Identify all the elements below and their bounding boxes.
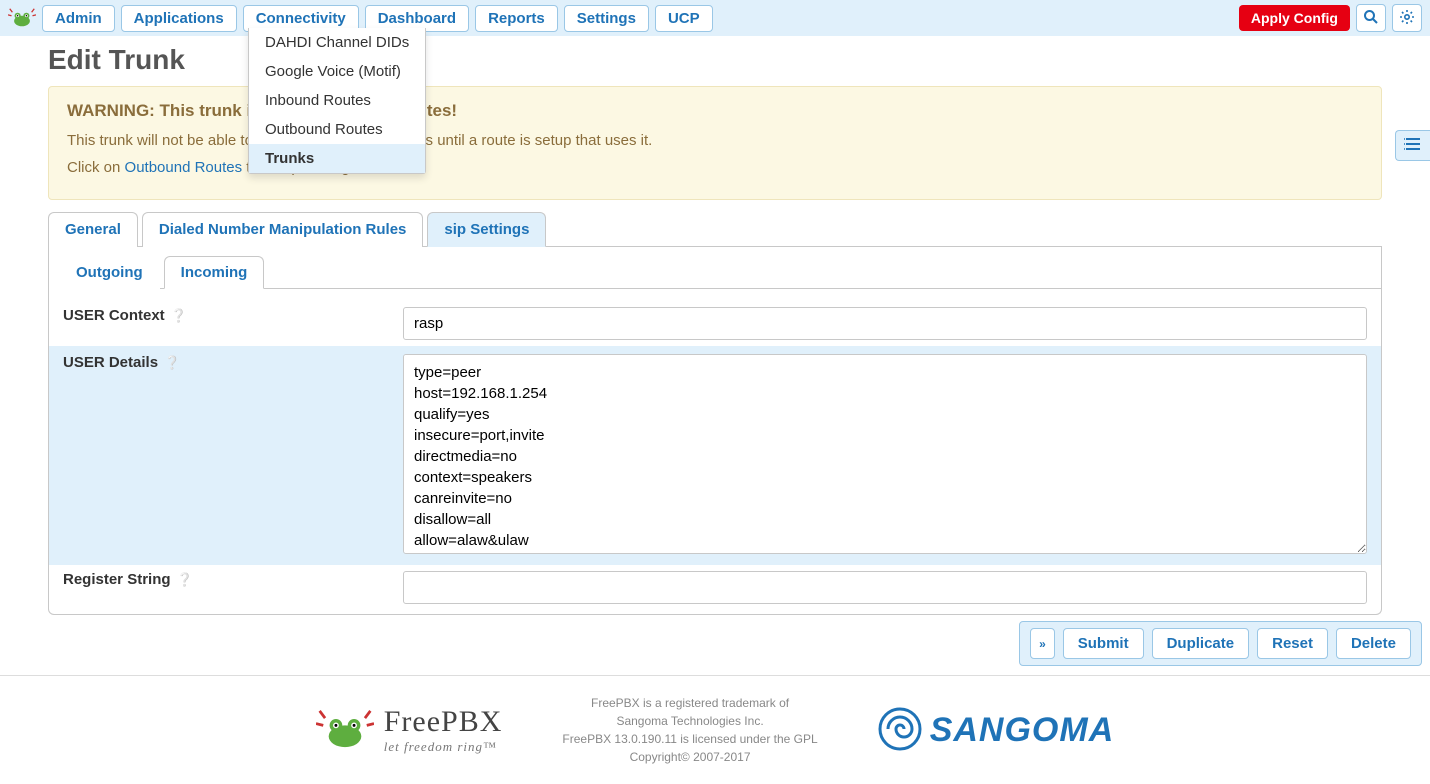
- side-list-button[interactable]: [1395, 130, 1430, 161]
- sangoma-logo: SANGOMA: [878, 707, 1115, 754]
- list-icon: [1404, 138, 1422, 154]
- collapse-button[interactable]: »: [1030, 628, 1055, 659]
- apply-config-button[interactable]: Apply Config: [1239, 5, 1350, 31]
- freepbx-frog-icon: [8, 7, 36, 29]
- reset-button[interactable]: Reset: [1257, 628, 1328, 659]
- delete-button[interactable]: Delete: [1336, 628, 1411, 659]
- subtab-outgoing[interactable]: Outgoing: [59, 256, 160, 289]
- label-user-details: USER Details: [63, 354, 158, 371]
- chevron-right-icon: »: [1039, 637, 1046, 651]
- freepbx-frog-icon: [316, 707, 374, 754]
- page-footer: FreePBX let freedom ring™ FreePBX is a r…: [0, 675, 1430, 784]
- nav-admin[interactable]: Admin: [42, 5, 115, 32]
- label-register-string: Register String: [63, 571, 171, 588]
- tab-sip-settings[interactable]: sip Settings: [427, 212, 546, 247]
- help-icon[interactable]: ❔: [164, 355, 180, 371]
- nav-reports[interactable]: Reports: [475, 5, 558, 32]
- tab-dialed-rules[interactable]: Dialed Number Manipulation Rules: [142, 212, 424, 247]
- row-user-details: USER Details ❔: [49, 346, 1381, 565]
- gear-icon: [1399, 9, 1415, 28]
- nav-applications[interactable]: Applications: [121, 5, 237, 32]
- input-user-context[interactable]: [403, 307, 1367, 340]
- dropdown-inbound-routes[interactable]: Inbound Routes: [249, 86, 425, 115]
- duplicate-button[interactable]: Duplicate: [1152, 628, 1250, 659]
- sip-settings-panel: Outgoing Incoming USER Context ❔ USER De…: [48, 247, 1382, 615]
- subtab-incoming[interactable]: Incoming: [164, 256, 265, 289]
- action-buttons: » Submit Duplicate Reset Delete: [1019, 621, 1422, 666]
- main-nav: Admin Applications Connectivity Dashboar…: [42, 5, 1233, 32]
- outbound-routes-link[interactable]: Outbound Routes: [125, 159, 243, 176]
- top-navbar: Admin Applications Connectivity Dashboar…: [0, 0, 1430, 36]
- nav-ucp[interactable]: UCP: [655, 5, 713, 32]
- dropdown-outbound-routes[interactable]: Outbound Routes: [249, 115, 425, 144]
- textarea-user-details[interactable]: [403, 354, 1367, 554]
- connectivity-dropdown: DAHDI Channel DIDs Google Voice (Motif) …: [248, 28, 426, 174]
- trunk-tabs: General Dialed Number Manipulation Rules…: [48, 212, 1382, 247]
- search-icon: [1363, 9, 1379, 28]
- freepbx-name: FreePBX: [384, 705, 503, 739]
- submit-button[interactable]: Submit: [1063, 628, 1144, 659]
- search-button[interactable]: [1356, 4, 1386, 32]
- row-user-context: USER Context ❔: [63, 301, 1367, 346]
- dropdown-trunks[interactable]: Trunks: [249, 144, 425, 173]
- nav-settings[interactable]: Settings: [564, 5, 649, 32]
- label-user-context: USER Context: [63, 307, 165, 324]
- dropdown-dahdi[interactable]: DAHDI Channel DIDs: [249, 28, 425, 57]
- input-register-string[interactable]: [403, 571, 1367, 604]
- dropdown-google-voice[interactable]: Google Voice (Motif): [249, 57, 425, 86]
- help-icon[interactable]: ❔: [171, 308, 187, 324]
- freepbx-logo: FreePBX let freedom ring™: [316, 705, 503, 755]
- footer-copyright: FreePBX is a registered trademark of San…: [562, 694, 817, 766]
- sip-subtabs: Outgoing Incoming: [59, 256, 1381, 289]
- help-icon[interactable]: ❔: [177, 572, 193, 588]
- freepbx-tagline: let freedom ring™: [384, 739, 503, 755]
- sangoma-icon: [878, 707, 922, 754]
- row-register-string: Register String ❔: [63, 565, 1367, 610]
- sangoma-name: SANGOMA: [930, 711, 1115, 750]
- settings-button[interactable]: [1392, 4, 1422, 32]
- warning-text-2a: Click on: [67, 159, 125, 176]
- tab-general[interactable]: General: [48, 212, 138, 247]
